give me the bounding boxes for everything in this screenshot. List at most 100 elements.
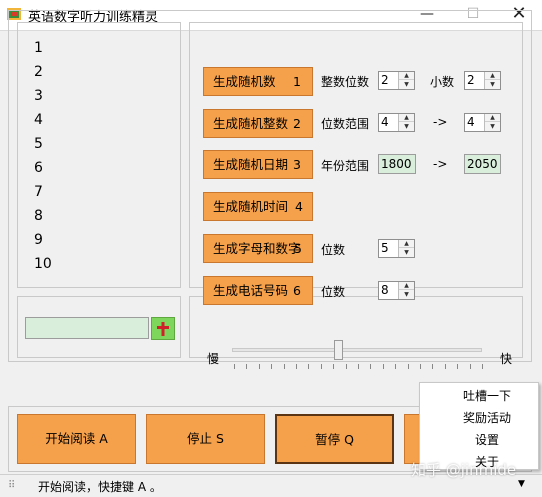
gen-random-integer-button[interactable]: 生成随机整数 2	[203, 109, 313, 138]
slider-tick	[308, 364, 310, 369]
integer-digits-spinner[interactable]: 2 ▲ ▼	[378, 71, 415, 90]
arrow-up-icon[interactable]: ▲	[399, 240, 414, 248]
list-item[interactable]: 7	[34, 184, 43, 200]
context-menu: 吐槽一下 奖励活动 设置 关于	[419, 382, 539, 470]
year-to-input[interactable]: 2050	[464, 154, 501, 174]
button-label: 生成随机日期	[213, 157, 289, 172]
slider-tick	[444, 364, 446, 369]
gen-phone-number-button[interactable]: 生成电话号码 6	[203, 276, 313, 305]
slider-tick	[320, 364, 322, 369]
list-item[interactable]: 9	[34, 232, 43, 248]
start-reading-button[interactable]: 开始阅读 A	[17, 414, 136, 464]
arrow-down-icon[interactable]: ▼	[399, 291, 414, 299]
spinner-arrows[interactable]: ▲ ▼	[398, 282, 414, 299]
slider-tick	[258, 364, 260, 369]
gen-alnum-button[interactable]: 生成字母和数字 5	[203, 234, 313, 263]
list-item[interactable]: 4	[34, 112, 43, 128]
slider-tick	[234, 364, 235, 369]
phone-digits-label: 位数	[321, 285, 346, 299]
slider-tick	[358, 364, 359, 369]
slider-tick	[457, 364, 459, 369]
speed-slider-track[interactable]	[232, 348, 482, 352]
list-item[interactable]: 10	[34, 256, 52, 272]
slider-tick	[420, 364, 421, 369]
button-label: 生成随机数	[213, 74, 276, 89]
button-label: 生成电话号码	[213, 283, 289, 298]
shortcut-key: 5	[294, 241, 302, 256]
spinner-value: 2	[467, 73, 475, 87]
digit-range-from-spinner[interactable]: 4 ▲ ▼	[378, 113, 415, 132]
cross-button[interactable]	[151, 317, 175, 340]
menu-item-settings[interactable]: 设置	[420, 429, 538, 451]
slider-tick	[407, 364, 409, 369]
arrow-down-icon[interactable]: ▼	[399, 81, 414, 89]
arrow-up-icon[interactable]: ▲	[399, 114, 414, 122]
alnum-digits-label: 位数	[321, 243, 346, 257]
gen-random-date-button[interactable]: 生成随机日期 3	[203, 150, 313, 179]
range-arrow: ->	[433, 157, 448, 171]
alnum-digits-spinner[interactable]: 5 ▲ ▼	[378, 239, 415, 258]
slider-tick	[432, 364, 434, 369]
dropdown-arrow-icon[interactable]: ▼	[518, 479, 525, 489]
digit-range-to-spinner[interactable]: 4 ▲ ▼	[464, 113, 501, 132]
watermark: 知乎 @jinmide	[411, 461, 517, 479]
cross-icon	[157, 322, 169, 336]
spinner-arrows[interactable]: ▲ ▼	[484, 72, 500, 89]
button-label: 生成随机整数	[213, 116, 289, 131]
answer-input[interactable]	[25, 317, 149, 339]
slider-tick	[333, 364, 335, 369]
decimal-label: 小数	[430, 75, 455, 89]
status-text: 开始阅读，快捷键 A 。	[38, 480, 162, 494]
arrow-up-icon[interactable]: ▲	[399, 282, 414, 290]
spinner-value: 2	[381, 73, 389, 87]
year-from-input[interactable]: 1800	[378, 154, 416, 174]
slider-tick	[382, 364, 384, 369]
button-label: 生成随机时间	[213, 199, 289, 214]
arrow-down-icon[interactable]: ▼	[399, 123, 414, 131]
spinner-arrows[interactable]: ▲ ▼	[398, 114, 414, 131]
shortcut-key: 2	[293, 116, 301, 131]
slider-tick	[296, 364, 297, 369]
fast-label: 快	[500, 352, 513, 366]
year-range-label: 年份范围	[321, 159, 370, 173]
stop-button[interactable]: 停止 S	[146, 414, 265, 464]
list-item[interactable]: 2	[34, 64, 43, 80]
decimal-digits-spinner[interactable]: 2 ▲ ▼	[464, 71, 501, 90]
number-list-group	[17, 22, 181, 288]
list-item[interactable]: 5	[34, 136, 43, 152]
menu-item-feedback[interactable]: 吐槽一下	[420, 385, 538, 407]
arrow-down-icon[interactable]: ▼	[399, 249, 414, 257]
spinner-value: 4	[381, 115, 389, 129]
menu-item-rewards[interactable]: 奖励活动	[420, 407, 538, 429]
list-item[interactable]: 3	[34, 88, 43, 104]
slider-tick	[345, 364, 347, 369]
arrow-up-icon[interactable]: ▲	[399, 72, 414, 80]
shortcut-key: 6	[293, 283, 301, 298]
grip-icon: ⠿	[8, 480, 16, 491]
range-arrow: ->	[433, 115, 448, 129]
slider-tick	[246, 364, 248, 369]
spinner-arrows[interactable]: ▲ ▼	[484, 114, 500, 131]
list-item[interactable]: 1	[34, 40, 43, 56]
slow-label: 慢	[207, 352, 220, 366]
gen-random-time-button[interactable]: 生成随机时间 4	[203, 192, 313, 221]
spinner-arrows[interactable]: ▲ ▼	[398, 72, 414, 89]
pause-button[interactable]: 暂停 Q	[275, 414, 394, 464]
spinner-value: 4	[467, 115, 475, 129]
arrow-up-icon[interactable]: ▲	[485, 72, 500, 80]
button-label: 生成字母和数字	[213, 241, 301, 256]
list-item[interactable]: 6	[34, 160, 43, 176]
digit-range-label: 位数范围	[321, 117, 370, 131]
arrow-up-icon[interactable]: ▲	[485, 114, 500, 122]
spinner-value: 5	[381, 241, 389, 255]
arrow-down-icon[interactable]: ▼	[485, 123, 500, 131]
integer-digits-label: 整数位数	[321, 75, 370, 89]
arrow-down-icon[interactable]: ▼	[485, 81, 500, 89]
list-item[interactable]: 8	[34, 208, 43, 224]
gen-random-number-button[interactable]: 生成随机数 1	[203, 67, 313, 96]
speed-slider-thumb[interactable]	[334, 340, 343, 360]
spinner-arrows[interactable]: ▲ ▼	[398, 240, 414, 257]
slider-tick	[482, 364, 483, 369]
slider-tick	[271, 364, 273, 369]
phone-digits-spinner[interactable]: 8 ▲ ▼	[378, 281, 415, 300]
